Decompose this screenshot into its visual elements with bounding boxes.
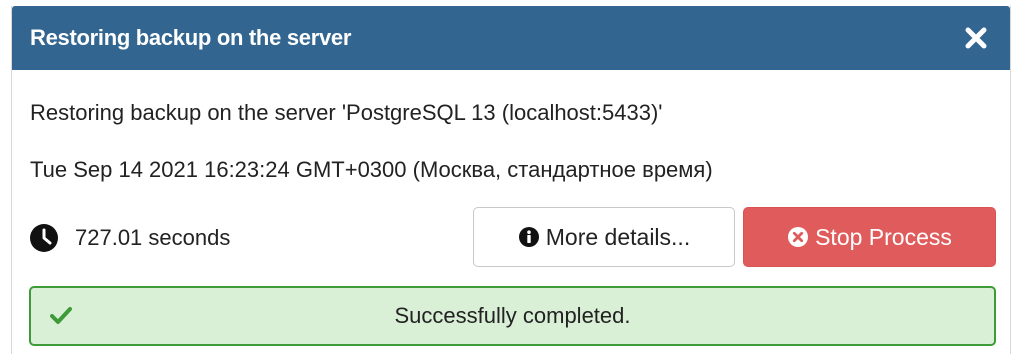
dialog-title: Restoring backup on the server <box>30 25 352 50</box>
times-circle-icon <box>787 226 809 248</box>
more-details-label: More details... <box>545 223 691 250</box>
status-alert: Successfully completed. <box>29 286 996 346</box>
elapsed-time: 727.01 seconds <box>75 225 231 250</box>
close-icon <box>965 27 987 49</box>
info-circle-icon <box>518 226 540 248</box>
more-details-button[interactable]: More details... <box>473 207 735 267</box>
stop-process-label: Stop Process <box>815 223 952 250</box>
stop-process-button[interactable]: Stop Process <box>743 207 996 267</box>
dialog-header: Restoring backup on the server <box>12 6 1010 70</box>
restore-dialog: Restoring backup on the server Restoring… <box>11 6 1011 354</box>
restore-description: Restoring backup on the server 'PostgreS… <box>30 100 663 125</box>
elapsed-timer: 727.01 seconds <box>29 222 230 254</box>
clock-icon <box>30 224 58 252</box>
start-timestamp: Tue Sep 14 2021 16:23:24 GMT+0300 (Москв… <box>30 157 713 182</box>
close-button[interactable] <box>960 22 992 54</box>
status-message: Successfully completed. <box>394 303 631 328</box>
